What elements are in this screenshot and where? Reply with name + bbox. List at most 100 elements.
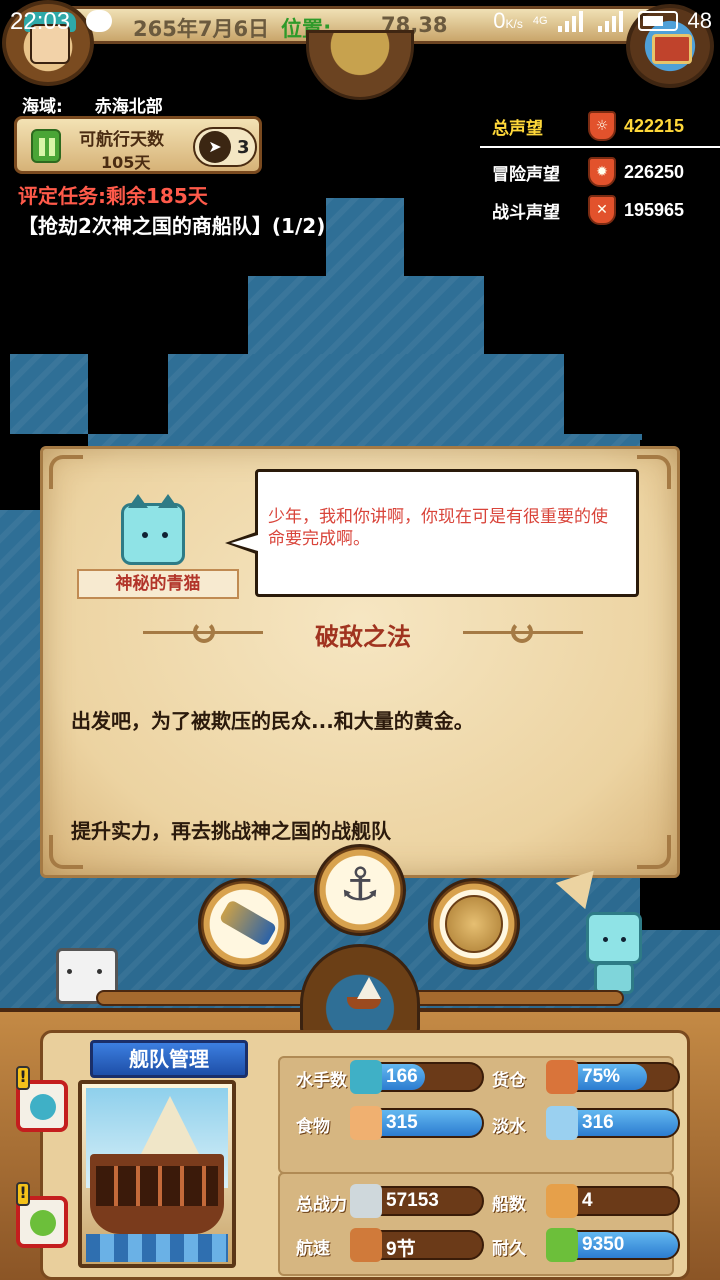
stat-value: 166 <box>386 1066 418 1087</box>
stat-6: 航速 9节 <box>296 1228 486 1262</box>
telescope-button[interactable] <box>198 878 290 970</box>
speech-bubble: 少年，我和你讲啊，你现在可是有很重要的使命要完成啊。 <box>255 469 639 597</box>
speech-text: 少年，我和你讲啊，你现在可是有很重要的使命要完成啊。 <box>268 507 608 549</box>
adventure-prestige-label: 冒险声望 <box>492 164 560 185</box>
pause-button[interactable] <box>31 129 61 163</box>
net-speed-unit: K/s <box>505 17 523 31</box>
ship-hull <box>90 1154 224 1234</box>
signal-icon <box>557 10 588 32</box>
sea-tile <box>168 354 564 434</box>
cat-eye <box>621 937 626 942</box>
sea-area-value: 赤海北部 <box>94 97 163 117</box>
world-map-icon <box>445 895 503 953</box>
flagship-card[interactable] <box>78 1080 236 1268</box>
sea-tile <box>248 276 484 356</box>
stat-label: 船数 <box>492 1195 526 1215</box>
stat-2: 食物 315 <box>296 1106 486 1140</box>
ship-icon <box>30 1210 56 1236</box>
stat-pill: 9350 <box>546 1228 680 1262</box>
net-speed: 0K/s <box>493 8 523 34</box>
ship-waves <box>86 1234 228 1262</box>
stat-5: 船数 4 <box>492 1184 682 1218</box>
blue-cat-mascot[interactable] <box>586 912 642 964</box>
sailing-speed-button[interactable]: ➤ 3 <box>193 127 257 167</box>
frame-ornament <box>637 835 671 869</box>
stat-pill: 166 <box>350 1060 484 1094</box>
meat-icon <box>350 1106 382 1140</box>
adventure-prestige-row: 冒险声望 ✹ 226250 <box>480 154 720 190</box>
dialog-body: 出发吧，为了被欺压的民众...和大量的黄金。 <box>71 709 474 733</box>
network-type: 4G <box>532 15 548 27</box>
battery-level: 48 <box>687 8 712 33</box>
stat-value: 315 <box>386 1112 418 1133</box>
prestige-emblem-icon: ☼ <box>588 111 616 141</box>
prestige-panel: 总声望 ☼ 422215 冒险声望 ✹ 226250 战斗声望 ✕ 195965 <box>480 108 720 238</box>
ship-count-icon <box>546 1184 578 1218</box>
ship-sail <box>140 1096 200 1156</box>
frame-beam-left <box>96 990 316 1006</box>
dialog-hint: 提升实力，再去挑战神之国的战舰队 <box>71 819 391 843</box>
voyage-days-panel: 可航行天数 105天 ➤ 3 <box>14 116 262 174</box>
sea-area: 海域: 赤海北部 <box>22 92 163 117</box>
dialog-title: 破敌之法 <box>315 623 411 651</box>
clock: 22:03 <box>10 8 71 35</box>
speech-bubble-tail-inner <box>231 535 258 551</box>
stat-label: 食物 <box>296 1117 330 1137</box>
stat-label: 货仓 <box>492 1071 526 1091</box>
sea-tile <box>326 198 404 278</box>
story-dialog[interactable]: 神秘的青猫 少年，我和你讲啊，你现在可是有很重要的使命要完成啊。 破敌之法 出发… <box>40 446 680 878</box>
stat-pill: 75% <box>546 1060 680 1094</box>
stat-0: 水手数 166 <box>296 1060 486 1094</box>
stat-label: 耐久 <box>492 1239 526 1259</box>
voyage-days-label: 可航行天数 <box>79 130 164 150</box>
chat-notification-icon <box>86 10 112 32</box>
cat-eye <box>142 532 148 538</box>
alert-exclamation-icon: ! <box>16 1182 30 1206</box>
total-prestige-row: 总声望 ☼ 422215 <box>480 108 720 144</box>
stat-4: 总战力 57153 <box>296 1184 486 1218</box>
net-speed-value: 0 <box>493 8 506 33</box>
battery-icon <box>637 11 678 31</box>
status-icons: 0K/s 4G 48 <box>493 8 712 34</box>
world-map-button[interactable] <box>428 878 520 970</box>
sea-tile <box>10 354 88 434</box>
stat-pill: 9节 <box>350 1228 484 1262</box>
sea-area-label: 海域: <box>22 97 63 117</box>
ship-speed-icon <box>350 1228 382 1262</box>
stat-value: 9350 <box>582 1234 625 1255</box>
battle-prestige-label: 战斗声望 <box>492 202 560 223</box>
stat-1: 货仓 75% <box>492 1060 682 1094</box>
anchor-icon: ⚓ <box>339 857 381 911</box>
compass-rose-icon: ✹ <box>588 157 616 187</box>
stat-pill: 315 <box>350 1106 484 1140</box>
stat-value: 9节 <box>386 1239 416 1260</box>
cargo-crate-icon <box>546 1060 578 1094</box>
fleet-management-tab[interactable]: 舰队管理 <box>90 1040 248 1078</box>
crew-alert-button[interactable]: ! <box>16 1066 68 1132</box>
stat-pill: 4 <box>546 1184 680 1218</box>
blue-cat-npc-portrait <box>121 494 185 565</box>
cat-eye <box>603 937 608 942</box>
battle-prestige-value: 195965 <box>624 199 685 220</box>
battle-prestige-row: 战斗声望 ✕ 195965 <box>480 192 720 228</box>
stat-value: 4 <box>582 1190 593 1211</box>
anchor-button[interactable]: ⚓ <box>314 844 406 936</box>
total-prestige-value: 422215 <box>624 115 685 136</box>
crossed-swords-icon <box>350 1184 382 1218</box>
frame-ornament <box>637 455 671 489</box>
ship-alert-button[interactable]: ! <box>16 1182 68 1248</box>
status-bar: 22:03 0K/s 4G 48 <box>0 0 720 48</box>
stat-label: 淡水 <box>492 1117 526 1137</box>
sailing-speed-level: 3 <box>237 137 250 158</box>
sailor-icon <box>350 1060 382 1094</box>
water-jug-icon <box>546 1106 578 1140</box>
cat-eye <box>162 532 168 538</box>
stat-7: 耐久 9350 <box>492 1228 682 1262</box>
stat-label: 航速 <box>296 1239 330 1259</box>
task-goal[interactable]: 【抢劫2次神之国的商船队】(1/2) <box>18 210 325 239</box>
frame-ornament <box>49 455 83 489</box>
npc-name: 神秘的青猫 <box>77 569 239 599</box>
sailing-ship-icon <box>343 977 383 1013</box>
stat-pill: 57153 <box>350 1184 484 1218</box>
fleet-stats: 水手数 166 货仓 75% 食物 315 淡水 316 总战力 57153 船数 4 航速 9节 耐久 93… <box>278 1032 680 1276</box>
